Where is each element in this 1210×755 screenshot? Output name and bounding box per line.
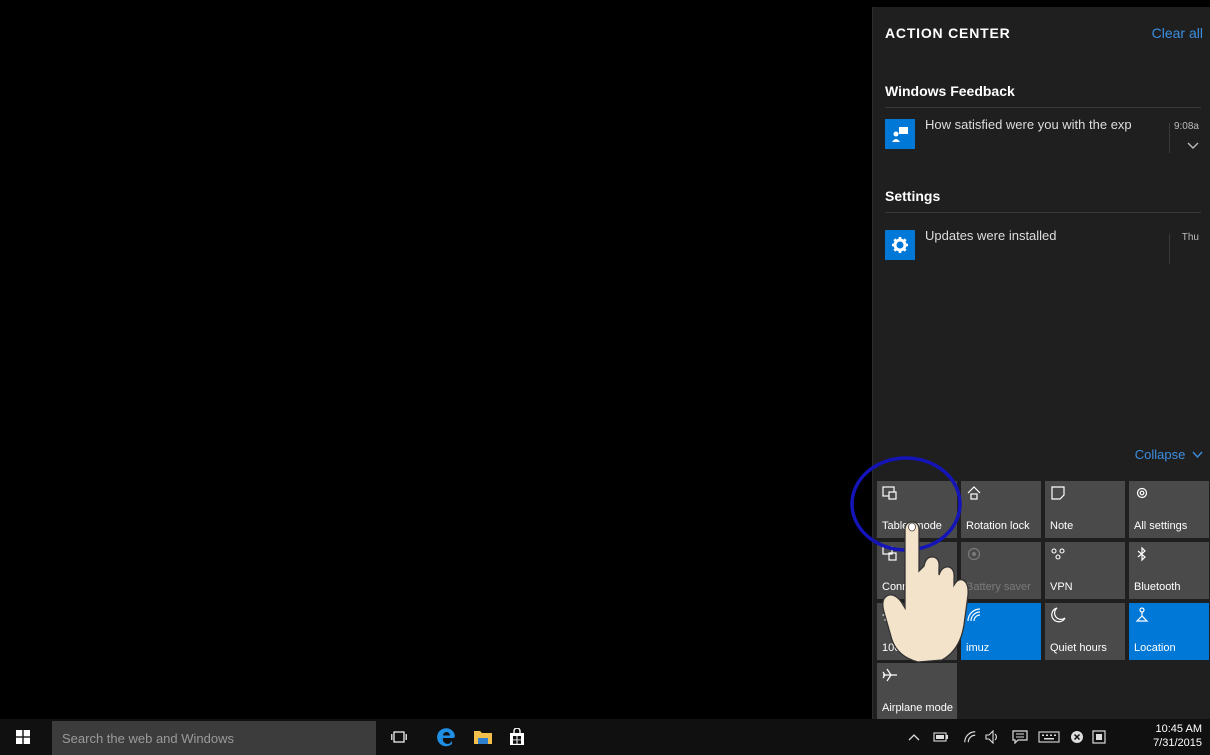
tile-airplane-mode[interactable]: Airplane mode [877, 663, 957, 720]
action-center-panel: ACTION CENTER Clear all Windows Feedback… [872, 7, 1210, 720]
collapse-link[interactable]: Collapse [1135, 447, 1203, 462]
show-hidden-icons-icon[interactable] [905, 728, 923, 746]
taskbar: Search the web and Windows 10:45 AM 7/31… [0, 719, 1210, 755]
battery-icon[interactable] [932, 728, 950, 746]
airplane-icon [882, 668, 897, 682]
tile-bluetooth[interactable]: Bluetooth [1129, 542, 1209, 599]
clock-date: 7/31/2015 [1153, 737, 1202, 749]
clear-all-link[interactable]: Clear all [1152, 25, 1203, 41]
tile-brightness[interactable]: 100% [877, 603, 957, 660]
notification-divider [1169, 123, 1170, 153]
brightness-icon [882, 607, 898, 623]
chevron-down-icon[interactable] [1187, 141, 1199, 153]
notification-time: 9:08a [1173, 121, 1199, 132]
tile-quiet-hours[interactable]: Quiet hours [1045, 603, 1125, 660]
volume-icon[interactable] [984, 728, 1002, 746]
wifi-icon [967, 608, 981, 622]
collapse-label: Collapse [1134, 447, 1186, 462]
tile-label: Airplane mode [882, 702, 953, 714]
connect-icon [882, 546, 897, 561]
action-center-icon[interactable] [1011, 728, 1029, 746]
tile-all-settings[interactable]: All settings [1129, 481, 1209, 538]
tile-wifi[interactable]: imuz [961, 603, 1041, 660]
notification-settings[interactable]: Updates were installed Thu [885, 228, 1203, 272]
edge-browser-icon[interactable] [436, 726, 458, 748]
clock-time: 10:45 AM [1155, 723, 1202, 735]
battery-saver-icon [967, 547, 981, 561]
action-center-title: ACTION CENTER [885, 25, 1011, 41]
tile-label: Bluetooth [1134, 581, 1181, 593]
tile-label: All settings [1134, 520, 1188, 532]
notification-windows-feedback[interactable]: How satisfied were you with the exp 9:08… [885, 117, 1203, 161]
desktop [0, 0, 872, 719]
group-title-settings: Settings [885, 188, 941, 204]
tile-connect[interactable]: Connect [877, 542, 957, 599]
keyboard-icon[interactable] [1036, 728, 1062, 746]
tile-label: Battery saver [966, 581, 1031, 593]
notification-time: Thu [1181, 232, 1199, 243]
tile-location[interactable]: Location [1129, 603, 1209, 660]
tile-battery-saver[interactable]: Battery saver [961, 542, 1041, 599]
group-title-windows-feedback: Windows Feedback [885, 83, 1015, 99]
language-icon[interactable] [1090, 728, 1108, 746]
tile-label: VPN [1050, 581, 1073, 593]
location-icon [1135, 607, 1149, 622]
tile-label: Tablet mode [882, 520, 942, 532]
close-circle-icon[interactable] [1068, 728, 1086, 746]
tile-rotation-lock[interactable]: Rotation lock [961, 481, 1041, 538]
tile-label: Connect [882, 581, 923, 593]
feedback-icon [885, 119, 915, 149]
note-icon [1051, 486, 1065, 500]
store-icon[interactable] [506, 726, 528, 748]
notification-text: Updates were installed [925, 228, 1057, 243]
tile-label: imuz [966, 642, 990, 654]
network-icon[interactable] [961, 728, 979, 746]
tile-note[interactable]: Note [1045, 481, 1125, 538]
search-placeholder: Search the web and Windows [62, 731, 234, 746]
rotation-lock-icon [967, 486, 981, 500]
tablet-mode-icon [882, 486, 897, 500]
tile-label: Quiet hours [1050, 642, 1107, 654]
tile-label: Note [1050, 520, 1074, 532]
tile-tablet-mode[interactable]: Tablet mode [877, 481, 957, 538]
windows-logo-icon [16, 730, 30, 744]
clock[interactable]: 10:45 AM 7/31/2015 [1153, 722, 1202, 750]
notification-divider [1169, 234, 1170, 264]
notification-text: How satisfied were you with the exp [925, 117, 1132, 132]
gear-icon [1136, 487, 1148, 499]
file-explorer-icon[interactable] [472, 726, 494, 748]
action-center-header: ACTION CENTER Clear all [885, 25, 1210, 45]
vpn-icon [1051, 548, 1065, 560]
group-divider [885, 107, 1201, 108]
gear-icon [885, 230, 915, 260]
search-box[interactable]: Search the web and Windows [52, 721, 376, 755]
group-divider [885, 212, 1201, 213]
task-view-icon[interactable] [388, 726, 410, 748]
tile-label: Location [1134, 642, 1176, 654]
chevron-down-icon [1192, 451, 1203, 459]
tile-vpn[interactable]: VPN [1045, 542, 1125, 599]
start-button[interactable] [0, 719, 46, 755]
tile-label: 100% [882, 642, 911, 654]
moon-icon [1051, 607, 1066, 623]
tile-label: Rotation lock [966, 520, 1030, 532]
bluetooth-icon [1137, 546, 1146, 562]
